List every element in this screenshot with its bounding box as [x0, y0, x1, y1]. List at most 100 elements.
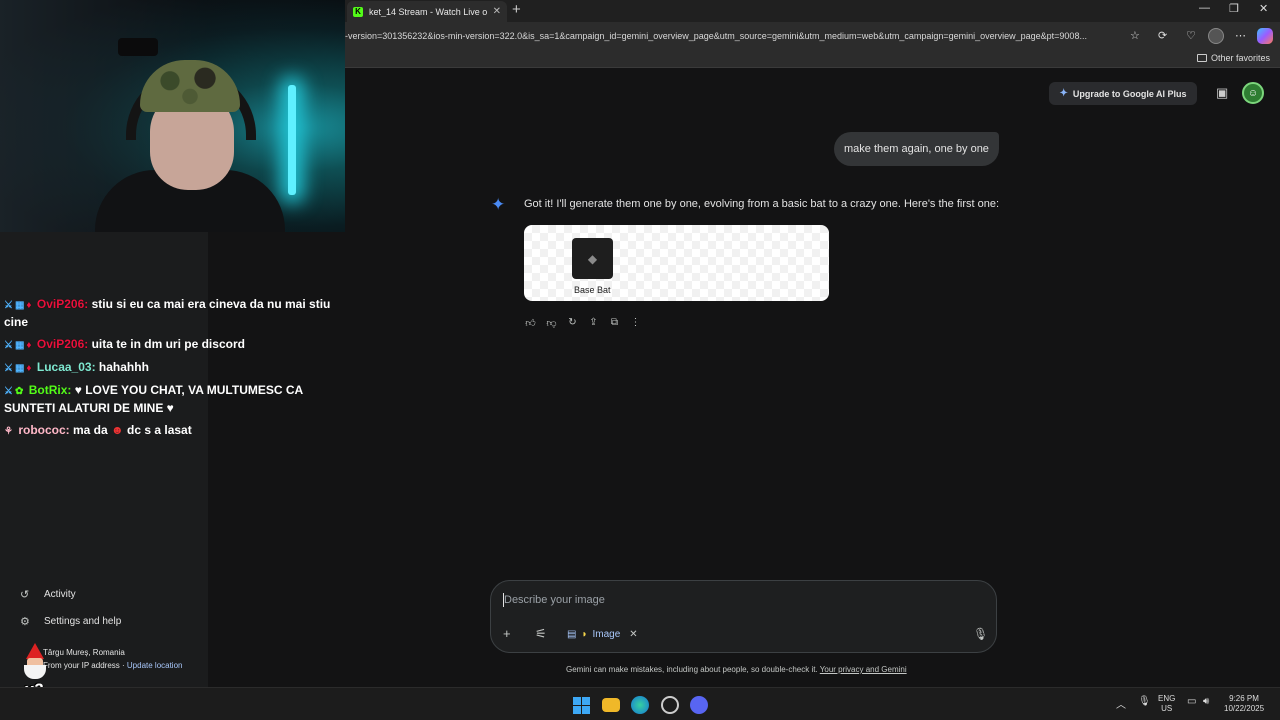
- thumbs-down-icon[interactable]: 👎︎: [545, 316, 558, 329]
- update-location-link[interactable]: Update location: [127, 661, 183, 670]
- chat-username: Lucaa_03:: [36, 360, 96, 374]
- bot-badge-icon: ✿: [14, 386, 24, 397]
- flower-badge-icon: ⚘: [4, 426, 13, 437]
- clock-time: 9:26 PM: [1229, 694, 1259, 703]
- extensions-icon[interactable]: ⟳: [1158, 28, 1167, 44]
- sidebar-item-activity[interactable]: ↺ Activity: [20, 588, 76, 601]
- sword-badge-icon: ⚔: [4, 340, 13, 351]
- sidebar-item-label: Settings and help: [44, 616, 122, 627]
- lang-top: ENG: [1158, 694, 1176, 703]
- sub-badge-icon: ▦: [14, 340, 25, 351]
- chip-label: Image: [592, 628, 621, 640]
- gear-icon: ⚙: [20, 616, 30, 628]
- webcam-overlay: [0, 0, 345, 232]
- chat-message: ⚔ ▦ ♦ OviP206: uita te in dm uri pe discor…: [4, 336, 344, 354]
- response-text: Got it! I'll generate them one by one, e…: [524, 198, 1000, 210]
- generated-image-card[interactable]: ◆ Base Bat: [524, 225, 829, 301]
- sparkle-icon: ✦: [1059, 88, 1068, 99]
- chat-text: uita te in dm uri pe discord: [91, 337, 245, 351]
- restore-icon[interactable]: ❐: [1229, 2, 1239, 15]
- profile-avatar[interactable]: [1208, 28, 1224, 44]
- other-favorites-label: Other favorites: [1210, 53, 1270, 63]
- chat-username: OviP206:: [36, 297, 89, 311]
- location-source-label: From your IP address: [43, 661, 120, 670]
- start-button[interactable]: [572, 696, 590, 714]
- response-actions: 👍︎ 👎︎ ↻ ⇪ ⧉ ⋮: [524, 316, 642, 329]
- heart-badge-icon: ♦: [26, 363, 32, 374]
- heart-emote-icon: ♥: [166, 401, 174, 415]
- close-tab-icon[interactable]: ✕: [493, 6, 501, 17]
- location-source: From your IP address · Update location: [43, 661, 183, 670]
- disclaimer-text: Gemini can make mistakes, including abou…: [566, 665, 818, 674]
- privacy-link[interactable]: Your privacy and Gemini: [820, 665, 907, 674]
- minimize-icon[interactable]: —: [1199, 2, 1210, 14]
- gemini-sparkle-icon: ✦: [491, 195, 506, 214]
- upgrade-button[interactable]: ✦ Upgrade to Google AI Plus: [1049, 82, 1197, 105]
- chat-username: robococ:: [18, 423, 70, 437]
- copy-icon[interactable]: ⧉: [608, 316, 621, 329]
- regenerate-icon[interactable]: ↻: [566, 316, 579, 329]
- heart-badge-icon: ♦: [26, 340, 32, 351]
- banana-icon: ◗: [581, 628, 588, 640]
- browser-tab[interactable]: K ket_14 Stream - Watch Live on Ki ✕: [347, 1, 507, 22]
- image-tool-chip[interactable]: ▤ ◗ Image ✕: [567, 625, 638, 643]
- stream-chat: ⚔ ▦ ♦ OviP206: stiu si eu ca mai era cinev…: [4, 296, 344, 445]
- remove-chip-icon[interactable]: ✕: [629, 629, 637, 640]
- history-icon: ↺: [20, 589, 30, 601]
- gnome-emote-icon: ☻: [111, 423, 124, 437]
- sword-badge-icon: ⚔: [4, 363, 13, 374]
- upgrade-label: Upgrade to Google AI Plus: [1072, 88, 1187, 99]
- show-hidden-icons[interactable]: ︿: [1116, 696, 1126, 711]
- webcam-led-light: [288, 85, 296, 195]
- url-field[interactable]: -version=301356232&ios-min-version=322.0…: [345, 28, 1120, 44]
- sidebar-item-settings[interactable]: ⚙ Settings and help: [20, 615, 121, 628]
- chat-message: ⚘ robococ: ma da ☻ dc s a lasat: [4, 422, 344, 440]
- webcam-wall-object: [118, 38, 158, 56]
- gnome-hat: [26, 643, 44, 659]
- taskbar: ︿ 🎙︎ ENG US ▭ 🔊︎ 9:26 PM 10/22/2025: [0, 687, 1280, 720]
- lang-bottom: US: [1161, 704, 1173, 713]
- clock[interactable]: 9:26 PM 10/22/2025: [1224, 694, 1264, 714]
- chat-username: BotRix:: [28, 383, 72, 397]
- sub-badge-icon: ▦: [14, 363, 25, 374]
- more-menu-icon[interactable]: ⋯: [1235, 28, 1246, 44]
- chat-text: ma da: [73, 423, 108, 437]
- new-tab-icon[interactable]: +: [512, 2, 521, 18]
- sidebar-item-label: Activity: [44, 589, 76, 600]
- share-icon[interactable]: ⇪: [587, 316, 600, 329]
- thumbs-up-icon[interactable]: 👍︎: [524, 316, 537, 329]
- heart-badge-icon: ♦: [26, 300, 32, 311]
- microphone-icon[interactable]: 🎙︎: [973, 627, 988, 641]
- edge-browser-icon[interactable]: [631, 696, 649, 714]
- bat-image-thumbnail[interactable]: ◆: [572, 238, 613, 279]
- chat-username: OviP206:: [36, 337, 89, 351]
- chat-text: hahahhh: [98, 360, 149, 374]
- other-favorites-button[interactable]: Other favorites: [1196, 53, 1270, 63]
- network-icon[interactable]: ▭: [1187, 696, 1196, 707]
- microphone-tray-icon[interactable]: 🎙︎: [1138, 696, 1151, 707]
- location-text: Târgu Mureș, Romania: [43, 648, 125, 657]
- openai-app-icon[interactable]: [661, 696, 679, 714]
- account-avatar[interactable]: ☺: [1242, 82, 1264, 104]
- favorite-star-icon[interactable]: ☆: [1130, 28, 1140, 44]
- folder-icon: [1196, 54, 1207, 62]
- chat-message: ⚔ ✿ BotRix: ♥ LOVE YOU CHAT, VA MULTUMESC…: [4, 382, 344, 417]
- chat-message: ⚔ ▦ ♦ Lucaa_03: hahahhh: [4, 359, 344, 377]
- file-explorer-icon[interactable]: [602, 698, 620, 712]
- temporary-chat-icon[interactable]: ▣: [1216, 85, 1228, 101]
- text-caret: [503, 593, 504, 607]
- sword-badge-icon: ⚔: [4, 386, 13, 397]
- discord-icon[interactable]: [690, 696, 708, 714]
- more-options-icon[interactable]: ⋮: [629, 316, 642, 329]
- windows-logo-icon: [572, 696, 590, 714]
- close-window-icon[interactable]: ✕: [1259, 2, 1268, 15]
- prompt-input[interactable]: [504, 591, 924, 609]
- tab-title: ket_14 Stream - Watch Live on Ki: [369, 6, 487, 17]
- browser-essentials-icon[interactable]: ♡: [1186, 28, 1196, 44]
- tools-icon[interactable]: ⚟: [535, 627, 547, 641]
- add-file-icon[interactable]: +: [503, 627, 511, 641]
- language-indicator[interactable]: ENG US: [1158, 694, 1175, 714]
- volume-icon[interactable]: 🔊︎: [1203, 696, 1209, 707]
- disclaimer: Gemini can make mistakes, including abou…: [566, 665, 907, 674]
- copilot-icon[interactable]: [1257, 28, 1273, 44]
